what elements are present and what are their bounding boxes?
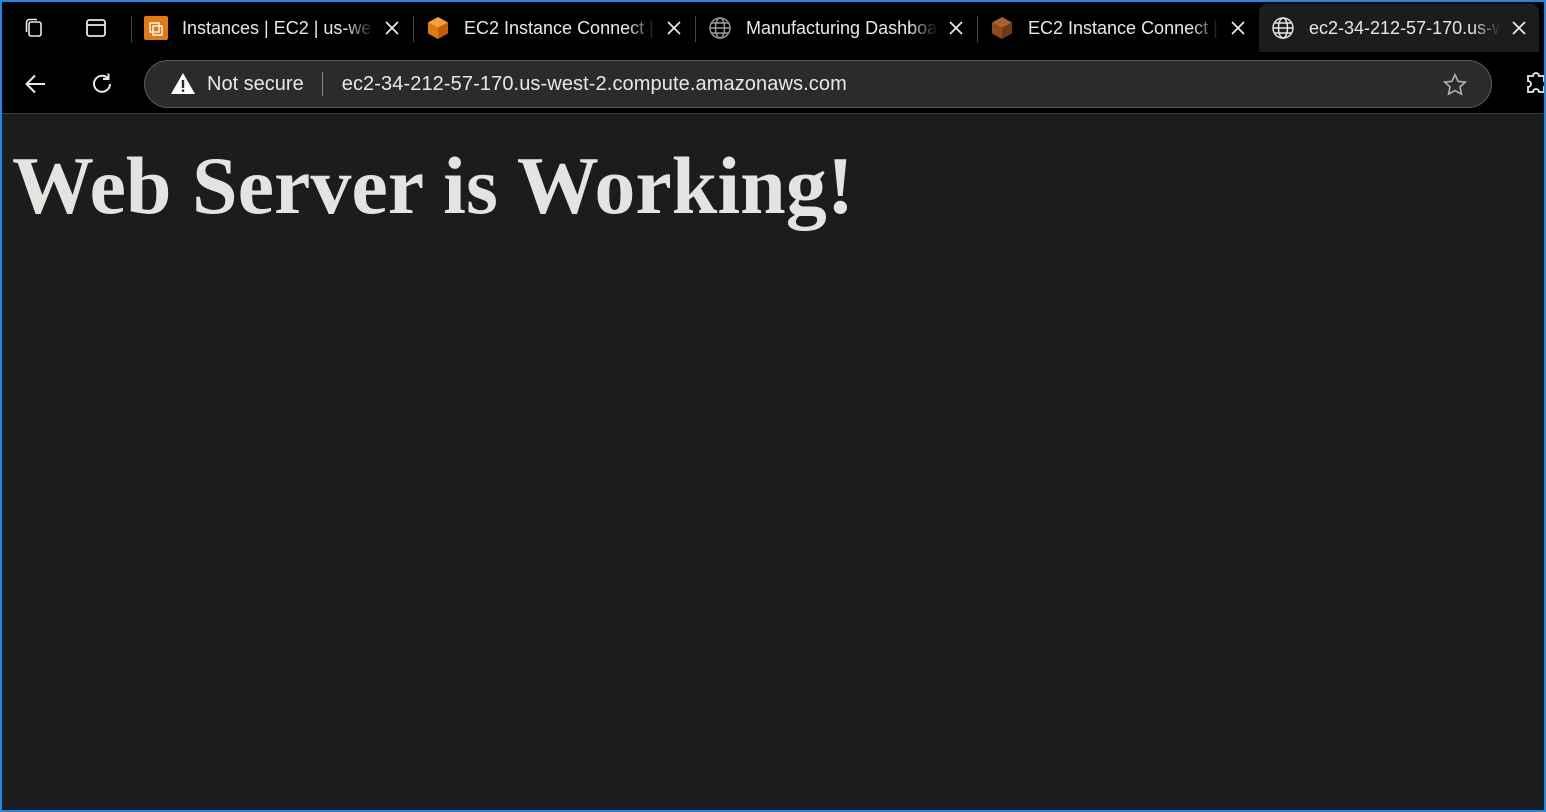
favorite-star-icon[interactable]	[1441, 71, 1469, 99]
tab-title: ec2-34-212-57-170.us-west-2.compute.amaz…	[1309, 17, 1501, 38]
workspaces-button[interactable]	[16, 10, 52, 46]
warning-icon[interactable]	[170, 71, 196, 97]
security-status[interactable]: Not secure	[207, 73, 304, 96]
back-arrow-icon	[25, 74, 45, 94]
tab-instances-ec2[interactable]: Instances | EC2 | us-west-2	[132, 4, 412, 52]
refresh-button[interactable]	[84, 66, 120, 102]
tab-title: EC2 Instance Connect | us-west-2	[464, 17, 656, 38]
tab-title: Instances | EC2 | us-west-2	[182, 17, 374, 38]
tab-ec2-instance-connect-2[interactable]: EC2 Instance Connect | us-west-2	[978, 4, 1258, 52]
page-heading: Web Server is Working!	[12, 140, 855, 231]
close-icon[interactable]	[1226, 16, 1250, 40]
back-button[interactable]	[18, 66, 54, 102]
aws-cube-icon	[426, 16, 450, 40]
extensions-button[interactable]	[1520, 68, 1544, 100]
tab-title: EC2 Instance Connect | us-west-2	[1028, 17, 1220, 38]
close-icon[interactable]	[1507, 16, 1531, 40]
close-icon[interactable]	[944, 16, 968, 40]
close-icon[interactable]	[380, 16, 404, 40]
browser-window: Instances | EC2 | us-west-2 EC2 Instance…	[0, 0, 1546, 812]
tab-actions-button[interactable]	[78, 10, 114, 46]
address-bar[interactable]: Not secure ec2-34-212-57-170.us-west-2.c…	[144, 60, 1492, 108]
tab-manufacturing-dashboard[interactable]: Manufacturing Dashboard	[696, 4, 976, 52]
url-text[interactable]: ec2-34-212-57-170.us-west-2.compute.amaz…	[342, 73, 847, 96]
tab-strip: Instances | EC2 | us-west-2 EC2 Instance…	[2, 2, 1544, 54]
puzzle-icon	[1527, 72, 1544, 93]
tab-title: Manufacturing Dashboard	[746, 17, 938, 38]
ec2-icon	[144, 16, 168, 40]
toolbar: Not secure ec2-34-212-57-170.us-west-2.c…	[2, 54, 1544, 114]
workspaces-icon	[25, 18, 42, 37]
page-content: Web Server is Working!	[2, 115, 1544, 810]
tab-ec2-instance-connect[interactable]: EC2 Instance Connect | us-west-2	[414, 4, 694, 52]
tab-actions-icon	[86, 19, 106, 37]
globe-icon	[708, 16, 732, 40]
aws-cube-dim-icon	[990, 16, 1014, 40]
refresh-icon	[93, 73, 111, 93]
tab-active-web-server[interactable]: ec2-34-212-57-170.us-west-2.compute.amaz…	[1259, 4, 1539, 52]
divider	[321, 72, 323, 96]
close-icon[interactable]	[662, 16, 686, 40]
globe-icon	[1271, 16, 1295, 40]
